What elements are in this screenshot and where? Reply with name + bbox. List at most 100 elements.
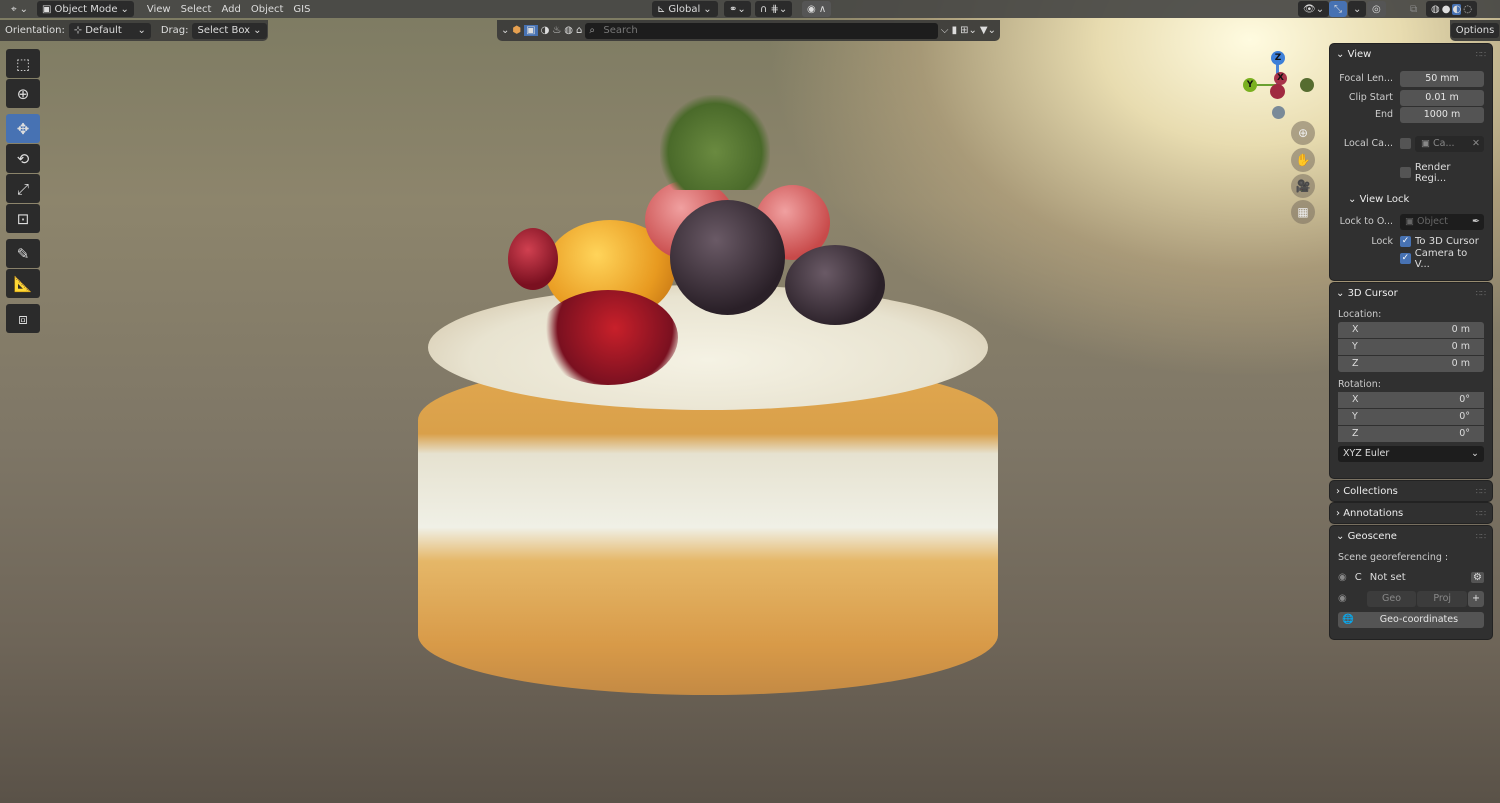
color-cube-icon[interactable]: ⬢	[512, 25, 521, 36]
view-panel-header[interactable]: ⌄ View ∷∷	[1330, 44, 1492, 64]
fruit-pomegranate	[538, 290, 678, 385]
tool-select-box[interactable]: ⬚	[6, 49, 40, 78]
solid-shading-icon[interactable]: ●	[1442, 4, 1451, 15]
collections-panel[interactable]: › Collections ∷∷	[1330, 481, 1492, 501]
geo-button[interactable]: Geo	[1366, 590, 1417, 607]
menu-object[interactable]: Object	[246, 1, 289, 17]
fruit-blackberry-2	[785, 245, 885, 325]
tool-transform[interactable]: ⊡	[6, 204, 40, 233]
annotations-panel[interactable]: › Annotations ∷∷	[1330, 503, 1492, 523]
tool-move[interactable]: ✥	[6, 114, 40, 143]
light-filter-icon[interactable]: ♨	[552, 25, 561, 36]
ortho-toggle-button[interactable]: ▦	[1291, 200, 1315, 224]
orientation-icon: ⊾	[657, 3, 666, 15]
gizmo-neg-x[interactable]	[1270, 84, 1285, 99]
proportional-edit-toggle[interactable]: ◉ ∧	[802, 1, 832, 17]
viewport-header: ⌖ ⌄ ▣ Object Mode ⌄ View Select Add Object …	[0, 0, 1500, 18]
orientation-dropdown[interactable]: ⊹ Default ⌄	[68, 22, 151, 39]
drag-dropdown[interactable]: Select Box ⌄	[192, 22, 267, 39]
scale-icon: ⤢	[16, 179, 29, 198]
chevron-down-icon[interactable]: ⌄	[501, 25, 509, 36]
bookmark-icon[interactable]: ⌵ ▮	[941, 25, 957, 36]
overlay-toggle[interactable]: ◎	[1367, 1, 1386, 17]
clip-end-field[interactable]: 1000 m	[1400, 106, 1484, 123]
gizmo-toggle[interactable]: ⤡	[1329, 1, 1347, 17]
tool-measure[interactable]: 📐	[6, 269, 40, 298]
menu-select[interactable]: Select	[176, 1, 217, 17]
menu-view[interactable]: View	[142, 1, 176, 17]
material-shading-icon[interactable]: ◐	[1452, 3, 1462, 15]
visibility-dropdown[interactable]: 👁⌄	[1298, 1, 1330, 17]
to-3d-cursor-checkbox[interactable]: ✓	[1400, 236, 1411, 247]
cursor-icon: ⊕	[16, 84, 30, 103]
menu-gis[interactable]: GIS	[288, 1, 315, 17]
add-cube-icon: ⧈	[18, 309, 28, 328]
cursor-panel-header[interactable]: ⌄ 3D Cursor ∷∷	[1330, 283, 1492, 303]
local-camera-field[interactable]: ▣ Ca... ✕	[1415, 135, 1484, 152]
tool-add-cube[interactable]: ⧈	[6, 304, 40, 333]
tool-annotate[interactable]: ✎	[6, 239, 40, 268]
select-filter-icon[interactable]: ▣	[524, 25, 538, 36]
search-input[interactable]: ⌕ Search	[585, 22, 938, 39]
eyedropper-icon[interactable]: ✒	[1472, 214, 1484, 230]
lock-object-field[interactable]: ▣ Object ✒	[1400, 213, 1484, 230]
cursor-rotation-y[interactable]: Y 0°	[1338, 409, 1484, 425]
gizmo-dropdown[interactable]: ⌄	[1348, 1, 1367, 17]
geo-coordinates-button[interactable]: 🌐 Geo-coordinates	[1338, 611, 1484, 628]
mode-dropdown[interactable]: ▣ Object Mode ⌄	[37, 1, 134, 17]
cursor-location-x[interactable]: X0 m	[1338, 322, 1484, 338]
cursor-location-y[interactable]: Y0 m	[1338, 339, 1484, 355]
proportional-icon: ◉ ∧	[807, 3, 827, 15]
world-filter-icon[interactable]: ◍	[564, 25, 573, 36]
rendered-shading-icon[interactable]: ◌	[1463, 4, 1472, 15]
gear-icon[interactable]: ⚙	[1471, 572, 1484, 583]
radio-icon[interactable]: ◉	[1338, 593, 1347, 604]
search-icon: ⌕	[589, 25, 595, 36]
render-region-checkbox[interactable]	[1400, 167, 1411, 178]
tool-scale[interactable]: ⤢	[6, 174, 40, 203]
object-mode-icon: ▣	[42, 3, 52, 15]
filter-icon[interactable]: ▼⌄	[980, 25, 996, 36]
geoscene-header[interactable]: ⌄ Geoscene ∷∷	[1330, 526, 1492, 546]
clear-icon[interactable]: ✕	[1472, 136, 1484, 152]
editor-type-button[interactable]: ⌖ ⌄	[6, 1, 33, 17]
gizmo-neg-z[interactable]	[1272, 106, 1285, 119]
cursor-rotation-z[interactable]: Z 0°	[1338, 426, 1484, 442]
tool-cursor[interactable]: ⊕	[6, 79, 40, 108]
pivot-dropdown[interactable]: ⚭⌄	[724, 1, 751, 17]
brush-filter-icon[interactable]: ⌂	[576, 25, 582, 36]
rotate-icon: ⟲	[16, 149, 30, 168]
shading-filter-icon[interactable]: ◑	[541, 25, 550, 36]
wireframe-shading-icon[interactable]: ◍	[1431, 4, 1440, 15]
gizmo-z-axis[interactable]: Z	[1271, 51, 1285, 65]
transform-icon: ⊡	[16, 209, 30, 228]
pan-view-button[interactable]: ✋	[1291, 148, 1315, 172]
view-lock-header[interactable]: ⌄ View Lock	[1330, 189, 1492, 209]
proj-button[interactable]: Proj	[1417, 590, 1468, 607]
camera-view-button[interactable]: 🎥	[1291, 174, 1315, 198]
rotation-mode-dropdown[interactable]: XYZ Euler ⌄	[1338, 446, 1484, 462]
gizmo-neg-y[interactable]	[1300, 78, 1314, 92]
clip-start-field[interactable]: 0.01 m	[1400, 89, 1484, 106]
snap-icon: ∩ ⋕⌄	[760, 3, 788, 15]
zoom-view-button[interactable]: ⊕	[1291, 121, 1315, 145]
drag-handle-icon[interactable]: ∷∷	[1476, 50, 1486, 59]
cursor-location-z[interactable]: Z0 m	[1338, 356, 1484, 372]
cursor-rotation-x[interactable]: X 0°	[1338, 392, 1484, 408]
annotate-icon: ✎	[16, 244, 30, 263]
menu-add[interactable]: Add	[216, 1, 245, 17]
local-camera-checkbox[interactable]	[1400, 138, 1411, 149]
add-icon[interactable]: +	[1468, 590, 1485, 607]
xray-toggle[interactable]: ⧉	[1405, 1, 1422, 17]
transform-orientation-dropdown[interactable]: ⊾ Global ⌄	[652, 1, 718, 17]
radio-icon[interactable]: ◉	[1338, 572, 1347, 583]
snap-dropdown[interactable]: ∩ ⋕⌄	[755, 1, 793, 17]
hierarchy-icon[interactable]: ⊞⌄	[960, 25, 977, 36]
options-button[interactable]: Options	[1450, 20, 1500, 41]
tool-rotate[interactable]: ⟲	[6, 144, 40, 173]
cursor-panel: ⌄ 3D Cursor ∷∷ Location: X0 m Y0 m Z0 m R…	[1330, 283, 1492, 478]
camera-to-view-checkbox[interactable]: ✓	[1400, 253, 1411, 264]
pivot-icon: ⚭⌄	[729, 3, 746, 15]
gizmo-y-axis[interactable]: Y	[1243, 78, 1257, 92]
focal-length-field[interactable]: 50 mm	[1400, 70, 1484, 87]
